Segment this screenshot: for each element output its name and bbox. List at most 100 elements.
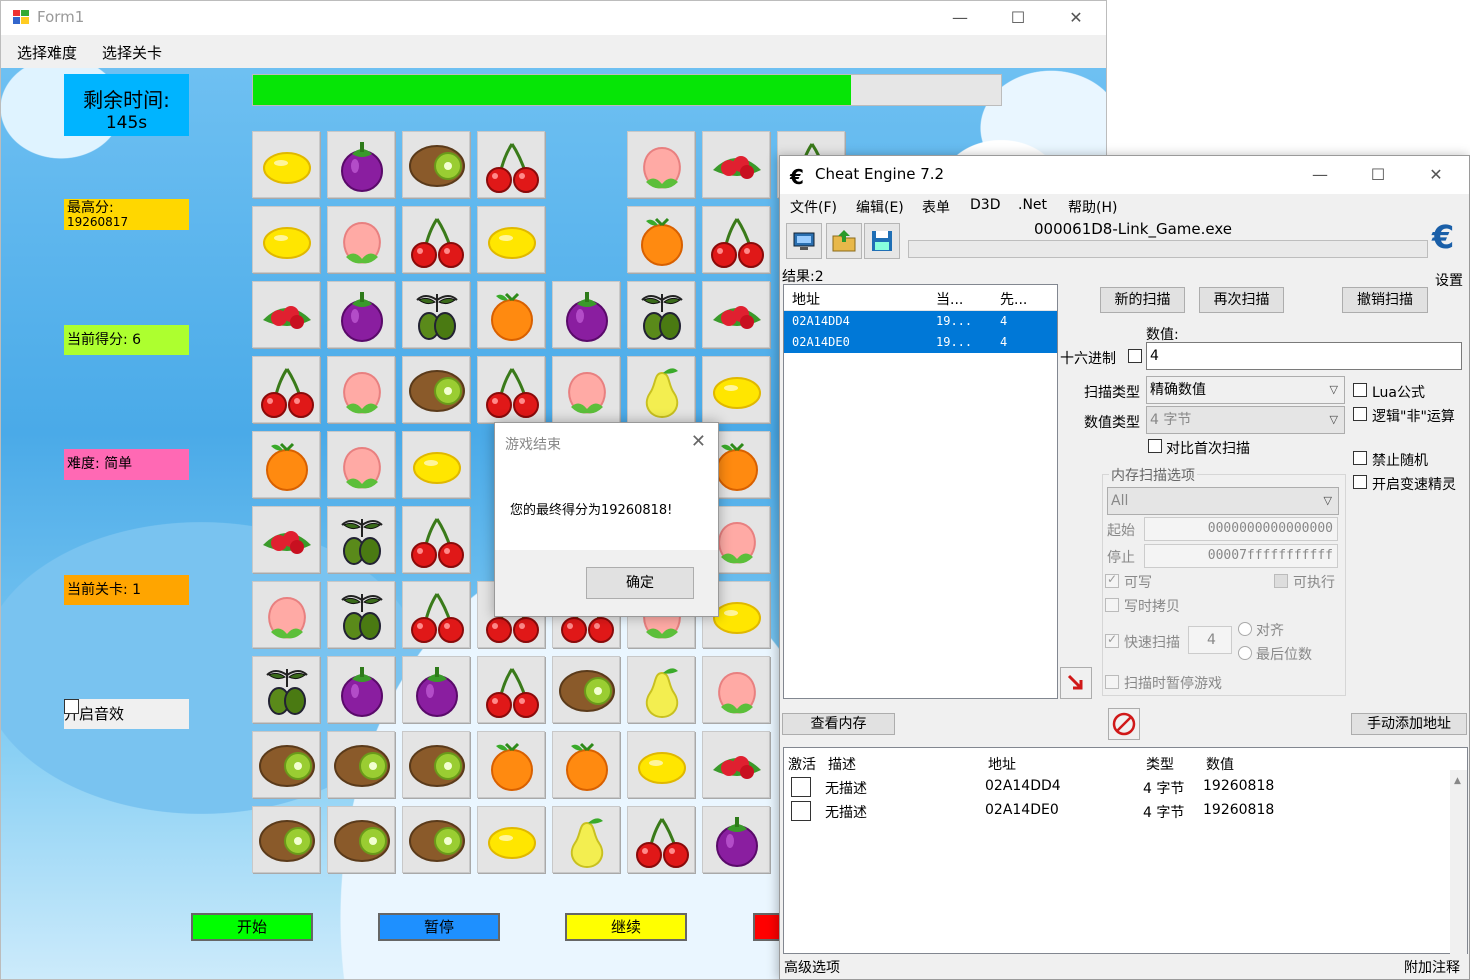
col-description[interactable]: 描述	[828, 754, 856, 774]
cow-checkbox[interactable]	[1105, 598, 1119, 612]
tile-pear[interactable]	[552, 806, 620, 873]
list-item[interactable]: 02A14DD4 19... 4	[784, 311, 1057, 332]
ce-menu-d3d[interactable]: D3D	[970, 197, 1000, 213]
tile-pear[interactable]	[627, 356, 695, 423]
tile-mangosteen[interactable]	[402, 656, 470, 723]
no-random-checkbox[interactable]	[1353, 451, 1367, 465]
col-address[interactable]: 地址	[988, 754, 1016, 774]
region-select[interactable]: All ▽	[1107, 487, 1339, 515]
start-button[interactable]: 开始	[191, 913, 313, 941]
activate-checkbox[interactable]	[791, 801, 811, 821]
tile-mangosteen[interactable]	[552, 281, 620, 348]
results-col-current[interactable]: 当...	[936, 289, 963, 309]
tile-olive[interactable]	[252, 656, 320, 723]
ce-menu-edit[interactable]: 编辑(E)	[856, 197, 904, 217]
tile-kiwi[interactable]	[402, 131, 470, 198]
align-radio[interactable]	[1238, 622, 1252, 636]
table-row[interactable]: 无描述 02A14DE0 4 字节 19260818	[784, 799, 1452, 823]
pause-game-checkbox[interactable]	[1105, 675, 1119, 689]
tile-kiwi[interactable]	[402, 356, 470, 423]
tile-kiwi[interactable]	[402, 731, 470, 798]
tile-lemon[interactable]	[477, 806, 545, 873]
results-col-address[interactable]: 地址	[792, 289, 820, 309]
tile-peach[interactable]	[327, 431, 395, 498]
tile-orange[interactable]	[477, 281, 545, 348]
ce-maximize-icon[interactable]: ☐	[1349, 158, 1407, 192]
tile-kiwi[interactable]	[252, 806, 320, 873]
compare-first-checkbox[interactable]	[1148, 439, 1162, 453]
scan-results-list[interactable]: 地址 当... 先... 02A14DD4 19... 4 02A14DE0 1…	[783, 284, 1058, 699]
results-col-previous[interactable]: 先...	[1000, 289, 1027, 309]
settings-link[interactable]: 设置	[1435, 270, 1463, 290]
tile-berries[interactable]	[252, 506, 320, 573]
tile-peach[interactable]	[327, 356, 395, 423]
tile-peach[interactable]	[627, 131, 695, 198]
ce-close-icon[interactable]: ✕	[1407, 158, 1465, 192]
list-item[interactable]: 02A14DE0 19... 4	[784, 332, 1057, 353]
open-process-icon[interactable]	[786, 223, 822, 259]
tile-berries[interactable]	[702, 731, 770, 798]
tile-lemon[interactable]	[627, 731, 695, 798]
maximize-icon[interactable]: ☐	[989, 1, 1047, 35]
value-type-select[interactable]: 4 字节 ▽	[1146, 406, 1345, 434]
tile-berries[interactable]	[702, 131, 770, 198]
hex-checkbox[interactable]	[1128, 349, 1142, 363]
tile-orange[interactable]	[477, 731, 545, 798]
col-value[interactable]: 数值	[1206, 754, 1234, 774]
pause-button[interactable]: 暂停	[378, 913, 500, 941]
col-active[interactable]: 激活	[788, 754, 816, 774]
tile-kiwi[interactable]	[327, 731, 395, 798]
tile-peach[interactable]	[552, 356, 620, 423]
tile-olive[interactable]	[327, 581, 395, 648]
ce-minimize-icon[interactable]: —	[1291, 158, 1349, 192]
speedhack-checkbox[interactable]	[1353, 475, 1367, 489]
new-scan-button[interactable]: 新的扫描	[1100, 287, 1185, 313]
resume-button[interactable]: 继续	[565, 913, 687, 941]
tile-lemon[interactable]	[402, 431, 470, 498]
tile-mangosteen[interactable]	[327, 281, 395, 348]
ce-menu-net[interactable]: .Net	[1018, 197, 1047, 213]
tile-kiwi[interactable]	[552, 656, 620, 723]
tile-berries[interactable]	[702, 281, 770, 348]
advanced-options-link[interactable]: 高级选项	[784, 957, 840, 977]
tile-cherry[interactable]	[402, 506, 470, 573]
not-op-checkbox[interactable]	[1353, 407, 1367, 421]
tile-peach[interactable]	[327, 206, 395, 273]
stop-address-input[interactable]: 00007fffffffffff	[1144, 544, 1338, 568]
ce-menu-file[interactable]: 文件(F)	[790, 197, 837, 217]
minimize-icon[interactable]: —	[931, 1, 989, 35]
sound-checkbox[interactable]	[64, 699, 79, 714]
tile-kiwi[interactable]	[252, 731, 320, 798]
tile-mangosteen[interactable]	[327, 131, 395, 198]
tile-olive[interactable]	[327, 506, 395, 573]
tile-orange[interactable]	[252, 431, 320, 498]
tile-cherry[interactable]	[477, 131, 545, 198]
ce-menu-table[interactable]: 表单	[922, 197, 950, 217]
open-file-icon[interactable]	[826, 223, 862, 259]
tile-olive[interactable]	[402, 281, 470, 348]
sound-toggle[interactable]: 开启音效	[64, 699, 189, 729]
next-scan-button[interactable]: 再次扫描	[1199, 287, 1284, 313]
tile-lemon[interactable]	[252, 131, 320, 198]
tile-peach[interactable]	[252, 581, 320, 648]
cheat-table[interactable]: 激活 描述 地址 类型 数值 无描述 02A14DD4 4 字节 1926081…	[783, 747, 1468, 955]
tile-olive[interactable]	[627, 281, 695, 348]
tile-mangosteen[interactable]	[327, 656, 395, 723]
tile-orange[interactable]	[552, 731, 620, 798]
tile-orange[interactable]	[627, 206, 695, 273]
close-icon[interactable]: ✕	[1047, 1, 1105, 35]
activate-checkbox[interactable]	[791, 777, 811, 797]
table-row[interactable]: 无描述 02A14DD4 4 字节 19260818	[784, 775, 1452, 799]
menu-select-level[interactable]: 选择关卡	[102, 42, 162, 63]
tile-berries[interactable]	[252, 281, 320, 348]
last-digits-radio[interactable]	[1238, 646, 1252, 660]
fast-scan-input[interactable]: 4	[1188, 626, 1232, 654]
scan-type-select[interactable]: 精确数值 ▽	[1146, 376, 1345, 404]
menu-select-difficulty[interactable]: 选择难度	[17, 42, 77, 63]
tile-kiwi[interactable]	[327, 806, 395, 873]
tile-cherry[interactable]	[477, 356, 545, 423]
copy-to-table-arrow-icon[interactable]	[1060, 667, 1092, 699]
tile-lemon[interactable]	[477, 206, 545, 273]
save-icon[interactable]	[864, 223, 900, 259]
table-scrollbar[interactable]: ▲	[1450, 770, 1467, 955]
